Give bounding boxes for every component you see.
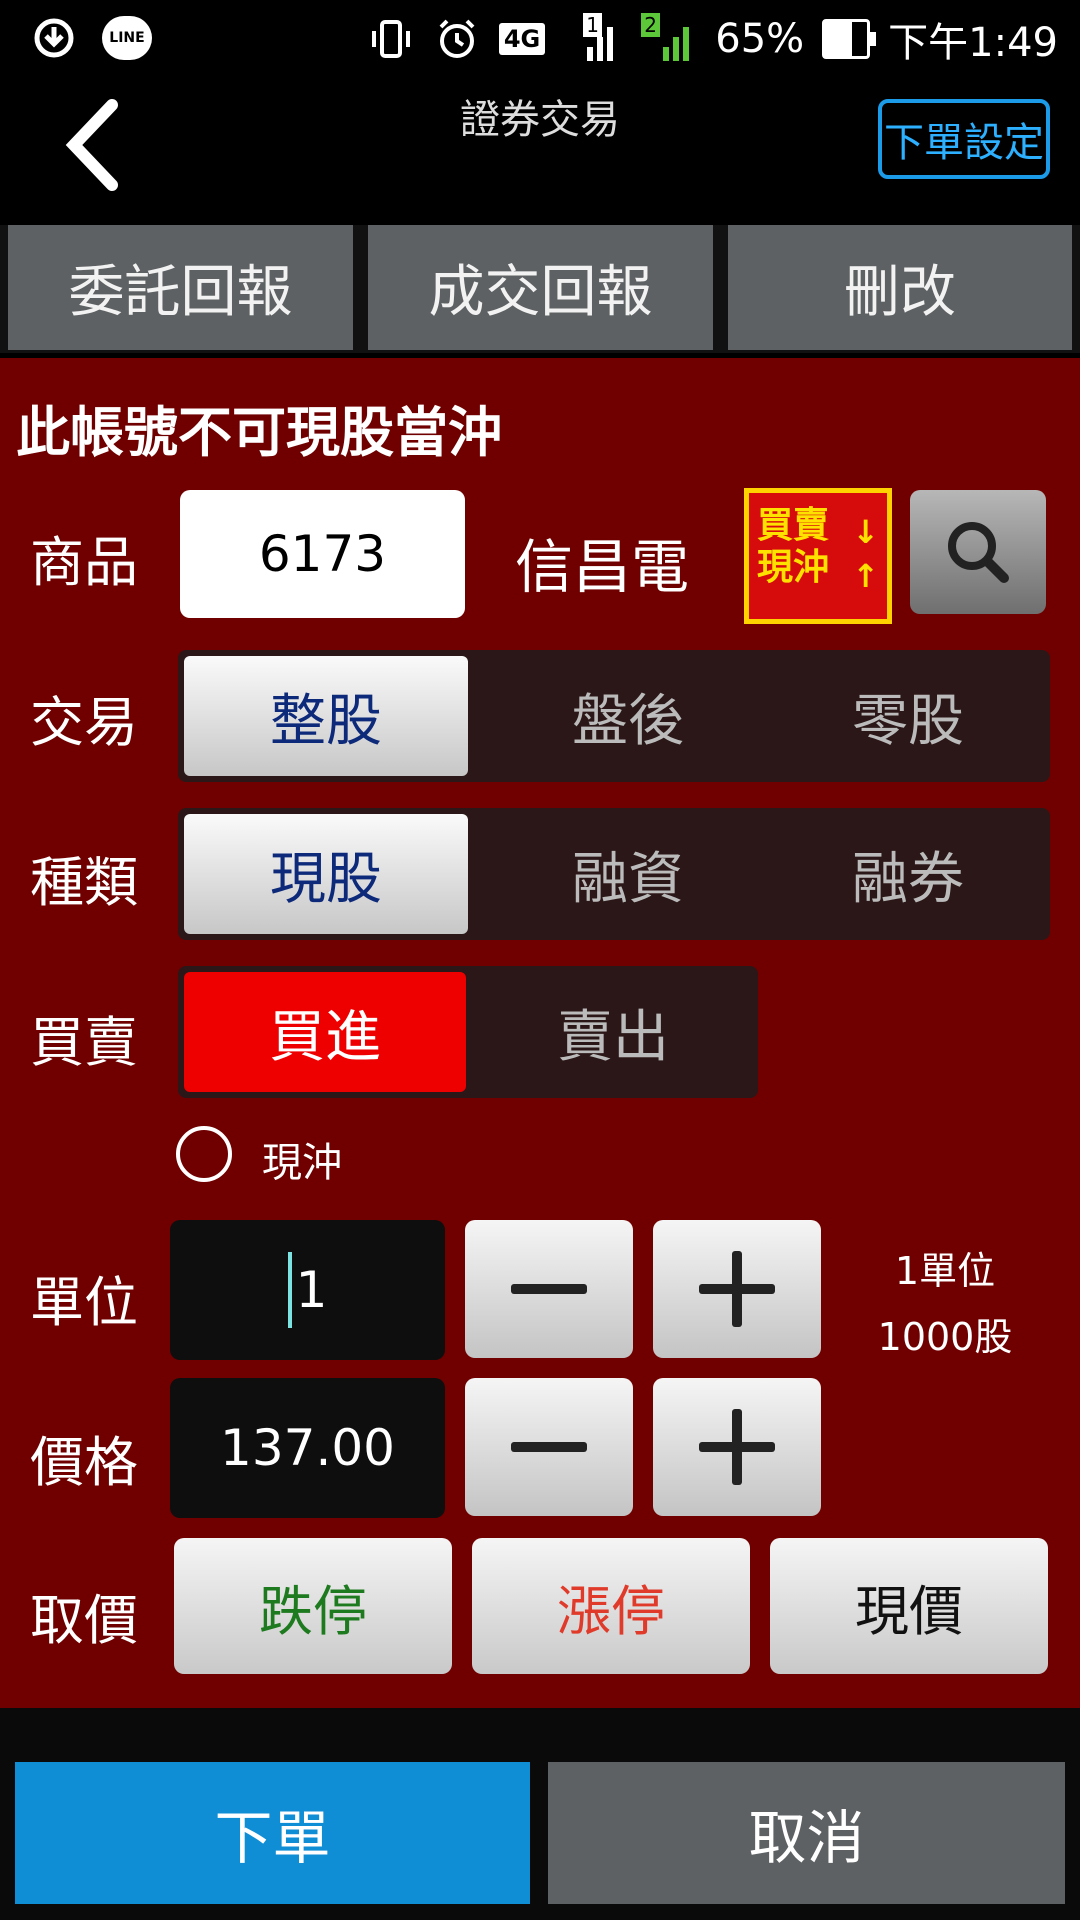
- place-order-button[interactable]: 下單: [15, 1762, 530, 1904]
- status-bar: LINE 4G 1 2 65% 下午1:49: [0, 0, 1080, 75]
- trade-type-segment: 整股 盤後 零股: [178, 650, 1050, 782]
- clock: 下午1:49: [888, 20, 1058, 66]
- sim1-label: 1: [583, 13, 602, 37]
- margin-type-segment: 現股 融資 融券: [178, 808, 1050, 940]
- download-icon: [30, 14, 78, 62]
- type-label: 種類: [30, 851, 138, 914]
- unit-info: 1單位 1000股: [860, 1238, 1030, 1370]
- unit-quantity-input[interactable]: 1: [170, 1220, 445, 1360]
- price-input[interactable]: 137.00: [170, 1378, 445, 1518]
- price-decrement-button[interactable]: [465, 1378, 633, 1516]
- search-icon: [948, 522, 1009, 583]
- type-option-margin-buy[interactable]: 融資: [498, 814, 758, 934]
- minus-icon: [511, 1442, 587, 1452]
- type-option-cash[interactable]: 現股: [184, 814, 468, 934]
- text-cursor: [287, 1252, 292, 1328]
- network-type-badge: 4G: [498, 23, 546, 55]
- trade-option-whole[interactable]: 整股: [184, 656, 468, 776]
- price-label: 價格: [30, 1431, 138, 1494]
- daytrade-radio[interactable]: [176, 1126, 232, 1182]
- tab-fill-report[interactable]: 成交回報: [368, 225, 713, 350]
- arrow-up-icon: ↑: [852, 557, 879, 595]
- trade-option-odd-lot[interactable]: 零股: [778, 656, 1038, 776]
- plus-icon: [699, 1251, 775, 1327]
- sell-option[interactable]: 賣出: [478, 972, 748, 1092]
- minus-icon: [511, 1284, 587, 1294]
- product-label: 商品: [30, 531, 138, 594]
- tab-order-report[interactable]: 委託回報: [8, 225, 353, 350]
- type-option-short-sell[interactable]: 融券: [778, 814, 1038, 934]
- battery-icon: [822, 19, 877, 59]
- order-settings-button[interactable]: 下單設定: [878, 99, 1050, 179]
- unit-value: 1: [295, 1261, 328, 1319]
- battery-percent: 65%: [715, 16, 805, 62]
- signal-sim2-icon: 2: [639, 13, 697, 61]
- current-price-button[interactable]: 現價: [770, 1538, 1048, 1674]
- order-form: 此帳號不可現股當沖 商品 6173 信昌電 買賣 現沖 ↓ ↑ 交易 整股 盤後…: [0, 358, 1080, 1708]
- alarm-icon: [433, 15, 481, 63]
- line-app-icon: LINE: [102, 16, 152, 60]
- limit-up-price-button[interactable]: 漲停: [472, 1538, 750, 1674]
- report-tabs: 委託回報 成交回報 刪改: [0, 225, 1080, 353]
- buy-option[interactable]: 買進: [184, 972, 466, 1092]
- trade-label: 交易: [30, 691, 138, 754]
- unit-increment-button[interactable]: [653, 1220, 821, 1358]
- quote-label: 取價: [30, 1589, 138, 1652]
- unit-info-line2: 1000股: [877, 1315, 1013, 1359]
- stock-name: 信昌電: [515, 533, 690, 601]
- unit-decrement-button[interactable]: [465, 1220, 633, 1358]
- trade-option-after-hours[interactable]: 盤後: [498, 656, 758, 776]
- signal-sim1-icon: 1: [563, 13, 621, 61]
- limit-down-price-button[interactable]: 跌停: [174, 1538, 452, 1674]
- arrow-down-icon: ↓: [852, 513, 879, 551]
- account-notice: 此帳號不可現股當沖: [16, 401, 502, 464]
- unit-info-line1: 1單位: [894, 1249, 996, 1293]
- side-label: 買賣: [30, 1011, 138, 1074]
- unit-label: 單位: [30, 1271, 138, 1334]
- sim2-label: 2: [641, 13, 660, 37]
- plus-icon: [699, 1409, 775, 1485]
- daytrade-buy-sell-icon[interactable]: 買賣 現沖 ↓ ↑: [744, 488, 892, 624]
- search-button[interactable]: [910, 490, 1046, 614]
- price-increment-button[interactable]: [653, 1378, 821, 1516]
- tab-modify-delete[interactable]: 刪改: [728, 225, 1072, 350]
- app-header: 證券交易 下單設定: [0, 75, 1080, 225]
- cancel-button[interactable]: 取消: [548, 1762, 1065, 1904]
- daytrade-radio-label: 現沖: [262, 1140, 342, 1186]
- vibrate-icon: [367, 15, 415, 63]
- buy-sell-segment: 買進 賣出: [178, 966, 758, 1098]
- product-code-input[interactable]: 6173: [180, 490, 465, 618]
